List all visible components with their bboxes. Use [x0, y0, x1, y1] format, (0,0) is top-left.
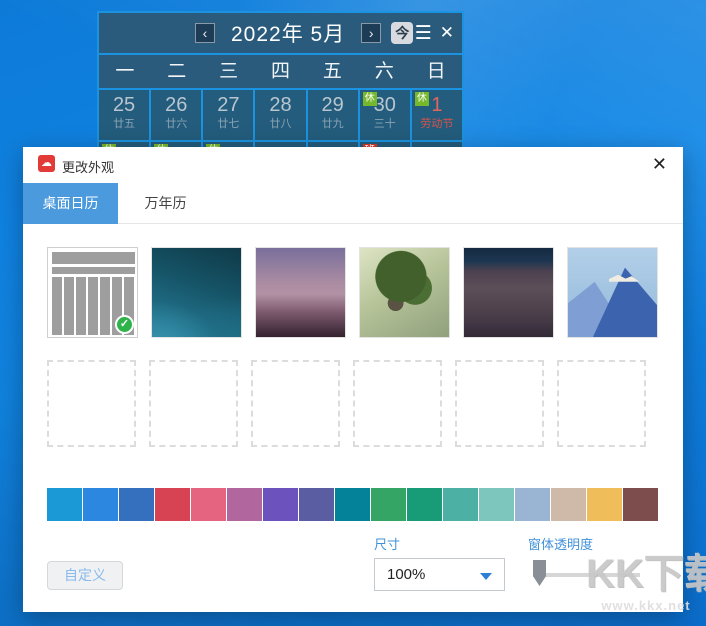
color-palette-row — [47, 488, 658, 521]
change-appearance-dialog: ☁ 更改外观 ✕ 桌面日历 万年历 ✓ — [23, 147, 683, 612]
date-cell[interactable]: 27 廿七 — [203, 90, 253, 140]
color-swatch[interactable] — [371, 488, 406, 521]
color-swatch[interactable] — [263, 488, 298, 521]
date-cell[interactable]: 25 廿五 — [99, 90, 149, 140]
dialog-title: 更改外观 — [62, 157, 114, 176]
size-dropdown[interactable]: 100% — [374, 558, 505, 591]
lunar-label: 廿七 — [203, 117, 253, 131]
dialog-tabbar: 桌面日历 万年历 — [23, 183, 683, 224]
size-dropdown-value: 100% — [387, 566, 425, 583]
chevron-left-icon: ‹ — [203, 25, 208, 41]
custom-theme-slot-row — [47, 360, 646, 447]
color-swatch[interactable] — [227, 488, 262, 521]
date-number: 29 — [308, 93, 358, 117]
empty-theme-slot[interactable] — [251, 360, 340, 447]
color-swatch[interactable] — [83, 488, 118, 521]
chevron-down-icon — [480, 573, 492, 580]
date-number: 28 — [255, 93, 305, 117]
color-swatch[interactable] — [299, 488, 334, 521]
empty-theme-slot[interactable] — [47, 360, 136, 447]
date-cell[interactable]: 26 廿六 — [151, 90, 201, 140]
color-swatch[interactable] — [407, 488, 442, 521]
customize-button[interactable]: 自定义 — [47, 561, 123, 590]
prev-month-button[interactable]: ‹ — [195, 23, 215, 43]
weekday-label: 六 — [358, 55, 410, 88]
lunar-label: 廿五 — [99, 117, 149, 131]
color-swatch[interactable] — [443, 488, 478, 521]
color-swatch[interactable] — [47, 488, 82, 521]
purple-dusk-theme[interactable] — [255, 247, 346, 338]
size-label: 尺寸 — [374, 534, 400, 553]
menu-icon[interactable]: ☰ — [415, 22, 432, 45]
chevron-right-icon: › — [369, 25, 374, 41]
color-swatch[interactable] — [155, 488, 190, 521]
bonsai-tree-theme[interactable] — [359, 247, 450, 338]
color-swatch[interactable] — [515, 488, 550, 521]
selected-check-icon: ✓ — [115, 315, 134, 334]
calendar-close-icon[interactable]: ✕ — [440, 23, 454, 43]
dialog-close-icon[interactable]: ✕ — [652, 154, 667, 175]
dialog-titlebar: ☁ 更改外观 ✕ — [23, 147, 683, 183]
calendar-week-row: 25 廿五 26 廿六 27 廿七 28 廿八 29 廿九 休 30 三十 休 … — [99, 90, 462, 140]
tab-desktop-calendar[interactable]: 桌面日历 — [23, 183, 118, 224]
lunar-label: 三十 — [360, 117, 410, 131]
date-number: 26 — [151, 93, 201, 117]
ocean-horizon-theme[interactable] — [463, 247, 554, 338]
transparency-slider-track[interactable] — [539, 573, 640, 577]
color-swatch[interactable] — [191, 488, 226, 521]
color-swatch[interactable] — [119, 488, 154, 521]
date-cell-holiday[interactable]: 休 1 劳动节 — [412, 90, 462, 140]
empty-theme-slot[interactable] — [455, 360, 544, 447]
snow-cap-shape — [609, 275, 639, 282]
empty-theme-slot[interactable] — [353, 360, 442, 447]
date-cell[interactable]: 休 30 三十 — [360, 90, 410, 140]
empty-theme-slot[interactable] — [557, 360, 646, 447]
rest-day-badge: 休 — [363, 92, 377, 106]
color-swatch[interactable] — [587, 488, 622, 521]
transparency-slider-thumb[interactable] — [533, 560, 546, 586]
date-cell[interactable]: 28 廿八 — [255, 90, 305, 140]
date-number: 25 — [99, 93, 149, 117]
weekday-header-row: 一 二 三 四 五 六 日 — [99, 55, 462, 88]
app-cloud-icon: ☁ — [38, 155, 55, 172]
color-swatch[interactable] — [479, 488, 514, 521]
weekday-label: 五 — [306, 55, 358, 88]
weekday-label: 三 — [203, 55, 255, 88]
date-cell[interactable]: 29 廿九 — [308, 90, 358, 140]
teal-petals-theme[interactable] — [151, 247, 242, 338]
weekday-label: 一 — [99, 55, 151, 88]
blue-mountains-theme[interactable] — [567, 247, 658, 338]
today-button[interactable]: 今 — [391, 22, 413, 44]
color-swatch[interactable] — [335, 488, 370, 521]
tab-perpetual-calendar[interactable]: 万年历 — [118, 183, 213, 224]
color-swatch[interactable] — [623, 488, 658, 521]
transparency-label: 窗体透明度 — [528, 534, 593, 553]
calendar-month-title: 2022年 5月 — [231, 18, 345, 48]
color-swatch[interactable] — [551, 488, 586, 521]
weekday-label: 日 — [410, 55, 462, 88]
empty-theme-slot[interactable] — [149, 360, 238, 447]
theme-thumbnail-row: ✓ — [47, 247, 658, 338]
lunar-label: 廿六 — [151, 117, 201, 131]
weekday-label: 二 — [151, 55, 203, 88]
rest-day-badge: 休 — [415, 92, 429, 106]
holiday-label: 劳动节 — [412, 117, 462, 131]
weekday-label: 四 — [255, 55, 307, 88]
date-number: 27 — [203, 93, 253, 117]
calendar-titlebar: ‹ 2022年 5月 › 今 ☰ ✕ — [99, 13, 462, 53]
lunar-label: 廿九 — [308, 117, 358, 131]
default-grid-theme[interactable]: ✓ — [47, 247, 138, 338]
lunar-label: 廿八 — [255, 117, 305, 131]
next-month-button[interactable]: › — [361, 23, 381, 43]
